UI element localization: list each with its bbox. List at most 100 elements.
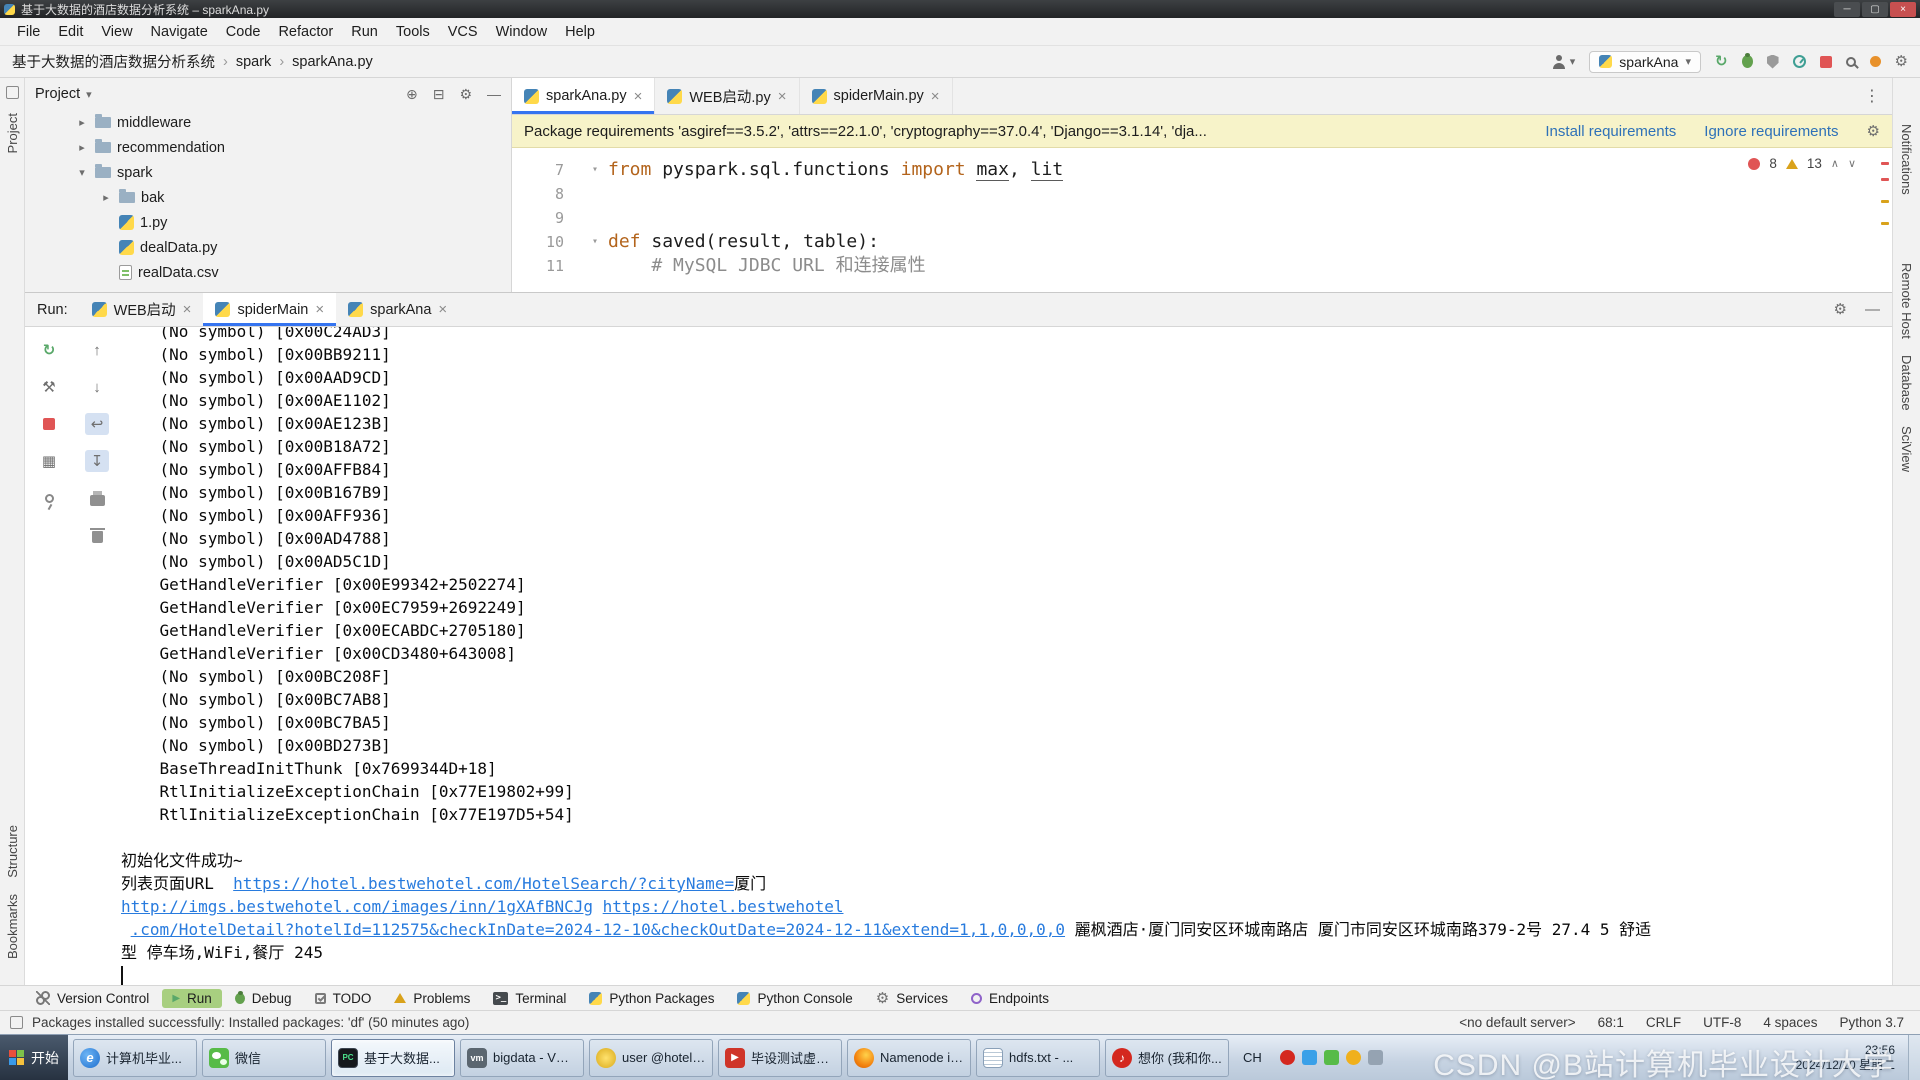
- close-tab-icon[interactable]: ×: [634, 88, 643, 105]
- restore-layout-icon[interactable]: ▦: [37, 450, 61, 472]
- prev-problem-icon[interactable]: ∧: [1831, 157, 1839, 170]
- breadcrumb-item[interactable]: sparkAna.py: [292, 54, 373, 70]
- tool-stripe-notifications[interactable]: Notifications: [1899, 124, 1914, 195]
- run-console[interactable]: (No symbol) [0x00C24AD3] (No symbol) [0x…: [121, 327, 1892, 985]
- close-tab-icon[interactable]: ×: [315, 301, 324, 318]
- user-menu[interactable]: ▾: [1552, 55, 1576, 69]
- menu-run[interactable]: Run: [342, 24, 387, 40]
- rerun-button[interactable]: ↻: [37, 339, 61, 361]
- hide-panel-icon[interactable]: —: [487, 86, 501, 102]
- network-tray-icon[interactable]: [1368, 1050, 1383, 1065]
- console-link[interactable]: https://hotel.bestwehotel.com/HotelSearc…: [233, 874, 734, 893]
- toolwindow-button-todo[interactable]: TODO: [305, 989, 382, 1008]
- toolwindow-button-endpoints[interactable]: Endpoints: [961, 989, 1059, 1008]
- updates-icon[interactable]: [1870, 56, 1881, 67]
- modify-run-config-icon[interactable]: ⚒: [37, 376, 61, 398]
- security-tray-icon[interactable]: [1346, 1050, 1361, 1065]
- chevron-expanded-icon[interactable]: ▾: [75, 166, 89, 179]
- pin-tab-icon[interactable]: [37, 487, 61, 509]
- taskbar-app-hdfs.txt---...[interactable]: hdfs.txt - ...: [976, 1039, 1100, 1077]
- status-item-python-3.7[interactable]: Python 3.7: [1839, 1015, 1904, 1030]
- menu-window[interactable]: Window: [487, 24, 557, 40]
- next-problem-icon[interactable]: ∨: [1848, 157, 1856, 170]
- language-indicator[interactable]: CH: [1234, 1050, 1271, 1065]
- toolwindow-button-version-control[interactable]: Version Control: [26, 989, 159, 1008]
- banner-settings-icon[interactable]: ⚙: [1867, 124, 1880, 139]
- tree-item-1.py[interactable]: 1.py: [25, 210, 511, 235]
- close-tab-icon[interactable]: ×: [183, 301, 192, 318]
- soft-wrap-icon[interactable]: ↩: [85, 413, 109, 435]
- minimize-button[interactable]: ─: [1834, 2, 1860, 17]
- menu-navigate[interactable]: Navigate: [142, 24, 217, 40]
- up-stack-trace-icon[interactable]: ↑: [85, 339, 109, 361]
- install-requirements-link[interactable]: Install requirements: [1545, 123, 1676, 140]
- chevron-collapsed-icon[interactable]: ▸: [99, 191, 113, 204]
- profiler-button[interactable]: [1793, 55, 1806, 68]
- tree-item-bak[interactable]: ▸bak: [25, 185, 511, 210]
- toolwindow-button-python-console[interactable]: Python Console: [727, 989, 862, 1008]
- down-stack-trace-icon[interactable]: ↓: [85, 376, 109, 398]
- tree-item-middleware[interactable]: ▸middleware: [25, 110, 511, 135]
- close-button[interactable]: ×: [1890, 2, 1916, 17]
- tool-stripe-project[interactable]: Project: [5, 113, 20, 153]
- code-text[interactable]: def saved(result, table):: [608, 230, 879, 254]
- coverage-button[interactable]: [1767, 55, 1779, 69]
- run-tab-sparkana[interactable]: sparkAna×: [336, 293, 459, 326]
- tree-item-spark[interactable]: ▾spark: [25, 160, 511, 185]
- console-link[interactable]: https://hotel.bestwehotel: [603, 897, 844, 916]
- ignore-requirements-link[interactable]: Ignore requirements: [1704, 123, 1838, 140]
- run-tab-web启动[interactable]: WEB启动×: [80, 293, 204, 326]
- taskbar-clock[interactable]: 23:56 2024/12/10 星期二: [1788, 1043, 1903, 1073]
- code-text[interactable]: # MySQL JDBC URL 和连接属性: [608, 254, 926, 278]
- breadcrumb-item[interactable]: spark: [236, 54, 271, 70]
- chevron-collapsed-icon[interactable]: ▸: [75, 141, 89, 154]
- scroll-to-end-icon[interactable]: ↧: [85, 450, 109, 472]
- tool-stripe-bookmarks[interactable]: Bookmarks: [5, 894, 20, 959]
- taskbar-app-计算机毕业...[interactable]: e计算机毕业...: [73, 1039, 197, 1077]
- status-item-4-spaces[interactable]: 4 spaces: [1763, 1015, 1817, 1030]
- project-panel-title[interactable]: Project: [35, 86, 80, 102]
- clear-console-icon[interactable]: [85, 524, 109, 546]
- toolwindow-button-run[interactable]: ▶Run: [162, 989, 221, 1008]
- tool-stripe-sciview[interactable]: SciView: [1899, 426, 1914, 472]
- fold-marker-icon[interactable]: ▾: [582, 230, 608, 254]
- chevron-collapsed-icon[interactable]: ▸: [75, 116, 89, 129]
- menu-tools[interactable]: Tools: [387, 24, 439, 40]
- rerun-button[interactable]: ↻: [1715, 54, 1728, 69]
- inspections-widget[interactable]: 8 13 ∧ ∨: [1748, 156, 1856, 171]
- tree-item-recommendation[interactable]: ▸recommendation: [25, 135, 511, 160]
- menu-edit[interactable]: Edit: [49, 24, 92, 40]
- menu-help[interactable]: Help: [556, 24, 604, 40]
- editor-tab-sparkana.py[interactable]: sparkAna.py×: [512, 78, 655, 114]
- stop-button[interactable]: [1820, 56, 1832, 68]
- maximize-button[interactable]: ▢: [1862, 2, 1888, 17]
- status-item-utf-8[interactable]: UTF-8: [1703, 1015, 1741, 1030]
- collapse-all-icon[interactable]: ⊟: [433, 86, 445, 103]
- editor-tab-web启动.py[interactable]: WEB启动.py×: [655, 78, 799, 114]
- tool-stripe-database[interactable]: Database: [1899, 355, 1914, 411]
- breadcrumb-item[interactable]: 基于大数据的酒店数据分析系统: [12, 51, 215, 72]
- stop-button[interactable]: [37, 413, 61, 435]
- close-tab-icon[interactable]: ×: [778, 88, 787, 105]
- show-desktop-button[interactable]: [1908, 1035, 1920, 1080]
- status-item-crlf[interactable]: CRLF: [1646, 1015, 1681, 1030]
- status-item-68-1[interactable]: 68:1: [1598, 1015, 1624, 1030]
- run-tab-spidermain[interactable]: spiderMain×: [203, 293, 336, 326]
- code-area[interactable]: 7▾from pyspark.sql.functions import max,…: [512, 148, 1892, 292]
- tree-item-realdata.csv[interactable]: realData.csv: [25, 260, 511, 285]
- tool-stripe-remote-host[interactable]: Remote Host: [1899, 263, 1914, 339]
- print-icon[interactable]: [85, 487, 109, 509]
- select-opened-file-icon[interactable]: ⊕: [406, 86, 418, 103]
- menu-code[interactable]: Code: [217, 24, 270, 40]
- settings-icon[interactable]: ⚙: [1895, 54, 1908, 69]
- debug-button[interactable]: [1742, 55, 1753, 68]
- wechat-tray-icon[interactable]: [1324, 1050, 1339, 1065]
- search-everywhere-button[interactable]: [1846, 57, 1856, 67]
- music-tray-icon[interactable]: [1280, 1050, 1295, 1065]
- menu-refactor[interactable]: Refactor: [269, 24, 342, 40]
- toolwindow-button-terminal[interactable]: >_Terminal: [483, 989, 576, 1008]
- taskbar-app-namenode-inf...[interactable]: Namenode inf...: [847, 1039, 971, 1077]
- status-item--no-default-server-[interactable]: <no default server>: [1459, 1015, 1575, 1030]
- close-tab-icon[interactable]: ×: [931, 88, 940, 105]
- toolwindow-button-services[interactable]: ⚙Services: [866, 989, 958, 1008]
